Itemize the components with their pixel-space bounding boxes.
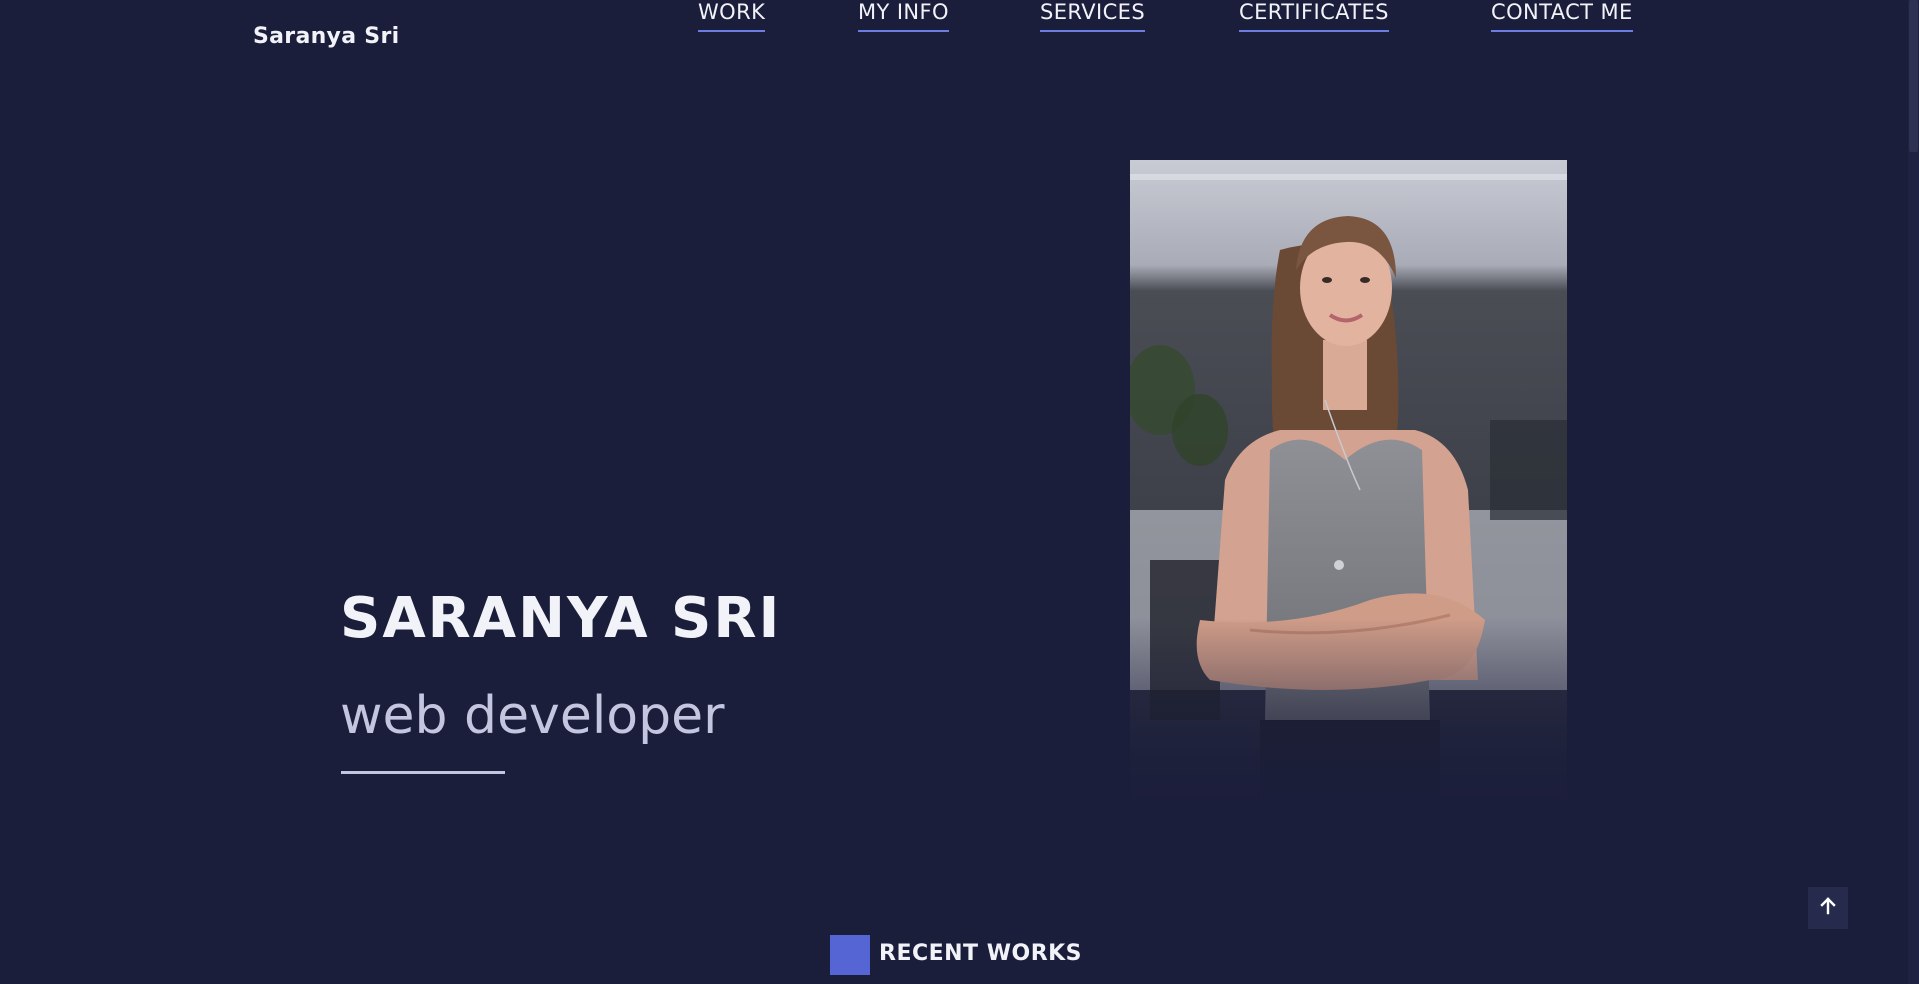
nav-services[interactable]: SERVICES	[1040, 0, 1146, 32]
hero-name: SARANYA SRI	[340, 586, 782, 651]
nav-certificates[interactable]: CERTIFICATES	[1239, 0, 1389, 32]
page-scrollbar[interactable]	[1908, 0, 1919, 984]
nav-work[interactable]: WORK	[698, 0, 766, 32]
portfolio-page: Saranya Sri WORK MY INFO SERVICES CERTIF…	[0, 0, 1919, 984]
arrow-up-icon	[1818, 896, 1838, 920]
recent-works-title: RECENT WORKS	[879, 941, 1083, 966]
scrollbar-thumb[interactable]	[1909, 0, 1918, 152]
brand-logo[interactable]: Saranya Sri	[253, 24, 399, 49]
scroll-to-top-button[interactable]	[1808, 887, 1848, 929]
nav-contact-me[interactable]: CONTACT ME	[1491, 0, 1633, 32]
portrait-photo	[1130, 160, 1567, 815]
hero-underline	[341, 771, 505, 774]
hero-role: web developer	[340, 686, 725, 746]
section-marker	[830, 935, 870, 975]
nav-my-info[interactable]: MY INFO	[858, 0, 949, 32]
